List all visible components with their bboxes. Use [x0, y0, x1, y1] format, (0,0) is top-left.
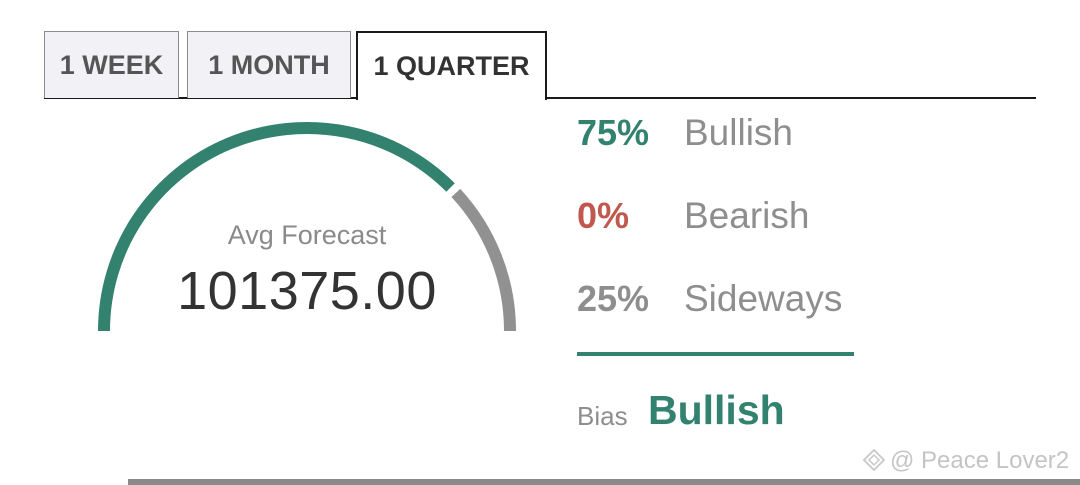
bullish-percent: 75% — [577, 112, 650, 153]
bottom-rule — [128, 479, 1080, 485]
avg-forecast-value: 101375.00 — [177, 261, 437, 321]
bearish-percent: 0% — [577, 195, 630, 236]
watermark: @ Peace Lover2 — [862, 447, 1069, 475]
tab-1-quarter[interactable]: 1 QUARTER — [356, 31, 547, 100]
stat-row-bullish: 75% Bullish — [577, 108, 997, 191]
tab-1-month[interactable]: 1 MONTH — [187, 31, 351, 98]
stat-row-sideways: 25% Sideways — [577, 274, 997, 357]
stats-divider — [577, 352, 854, 356]
bullish-label: Bullish — [684, 112, 793, 153]
watermark-text: @ Peace Lover2 — [890, 447, 1070, 474]
stat-row-bearish: 0% Bearish — [577, 191, 997, 274]
bearish-label: Bearish — [684, 195, 810, 236]
timeframe-tabs: 1 WEEK 1 MONTH 1 QUARTER — [44, 31, 1036, 100]
bias-value: Bullish — [648, 387, 785, 433]
sideways-label: Sideways — [684, 278, 843, 319]
bias-row: Bias Bullish — [577, 385, 997, 435]
diamond-logo-icon — [862, 448, 886, 472]
sentiment-stats: 75% Bullish 0% Bearish 25% Sideways — [577, 108, 997, 357]
gauge-caption: Avg Forecast — [227, 220, 387, 250]
sideways-percent: 25% — [577, 278, 650, 319]
forecast-gauge: Avg Forecast 101375.00 — [90, 118, 524, 338]
bias-label: Bias — [577, 401, 628, 431]
tab-1-week[interactable]: 1 WEEK — [44, 31, 179, 98]
